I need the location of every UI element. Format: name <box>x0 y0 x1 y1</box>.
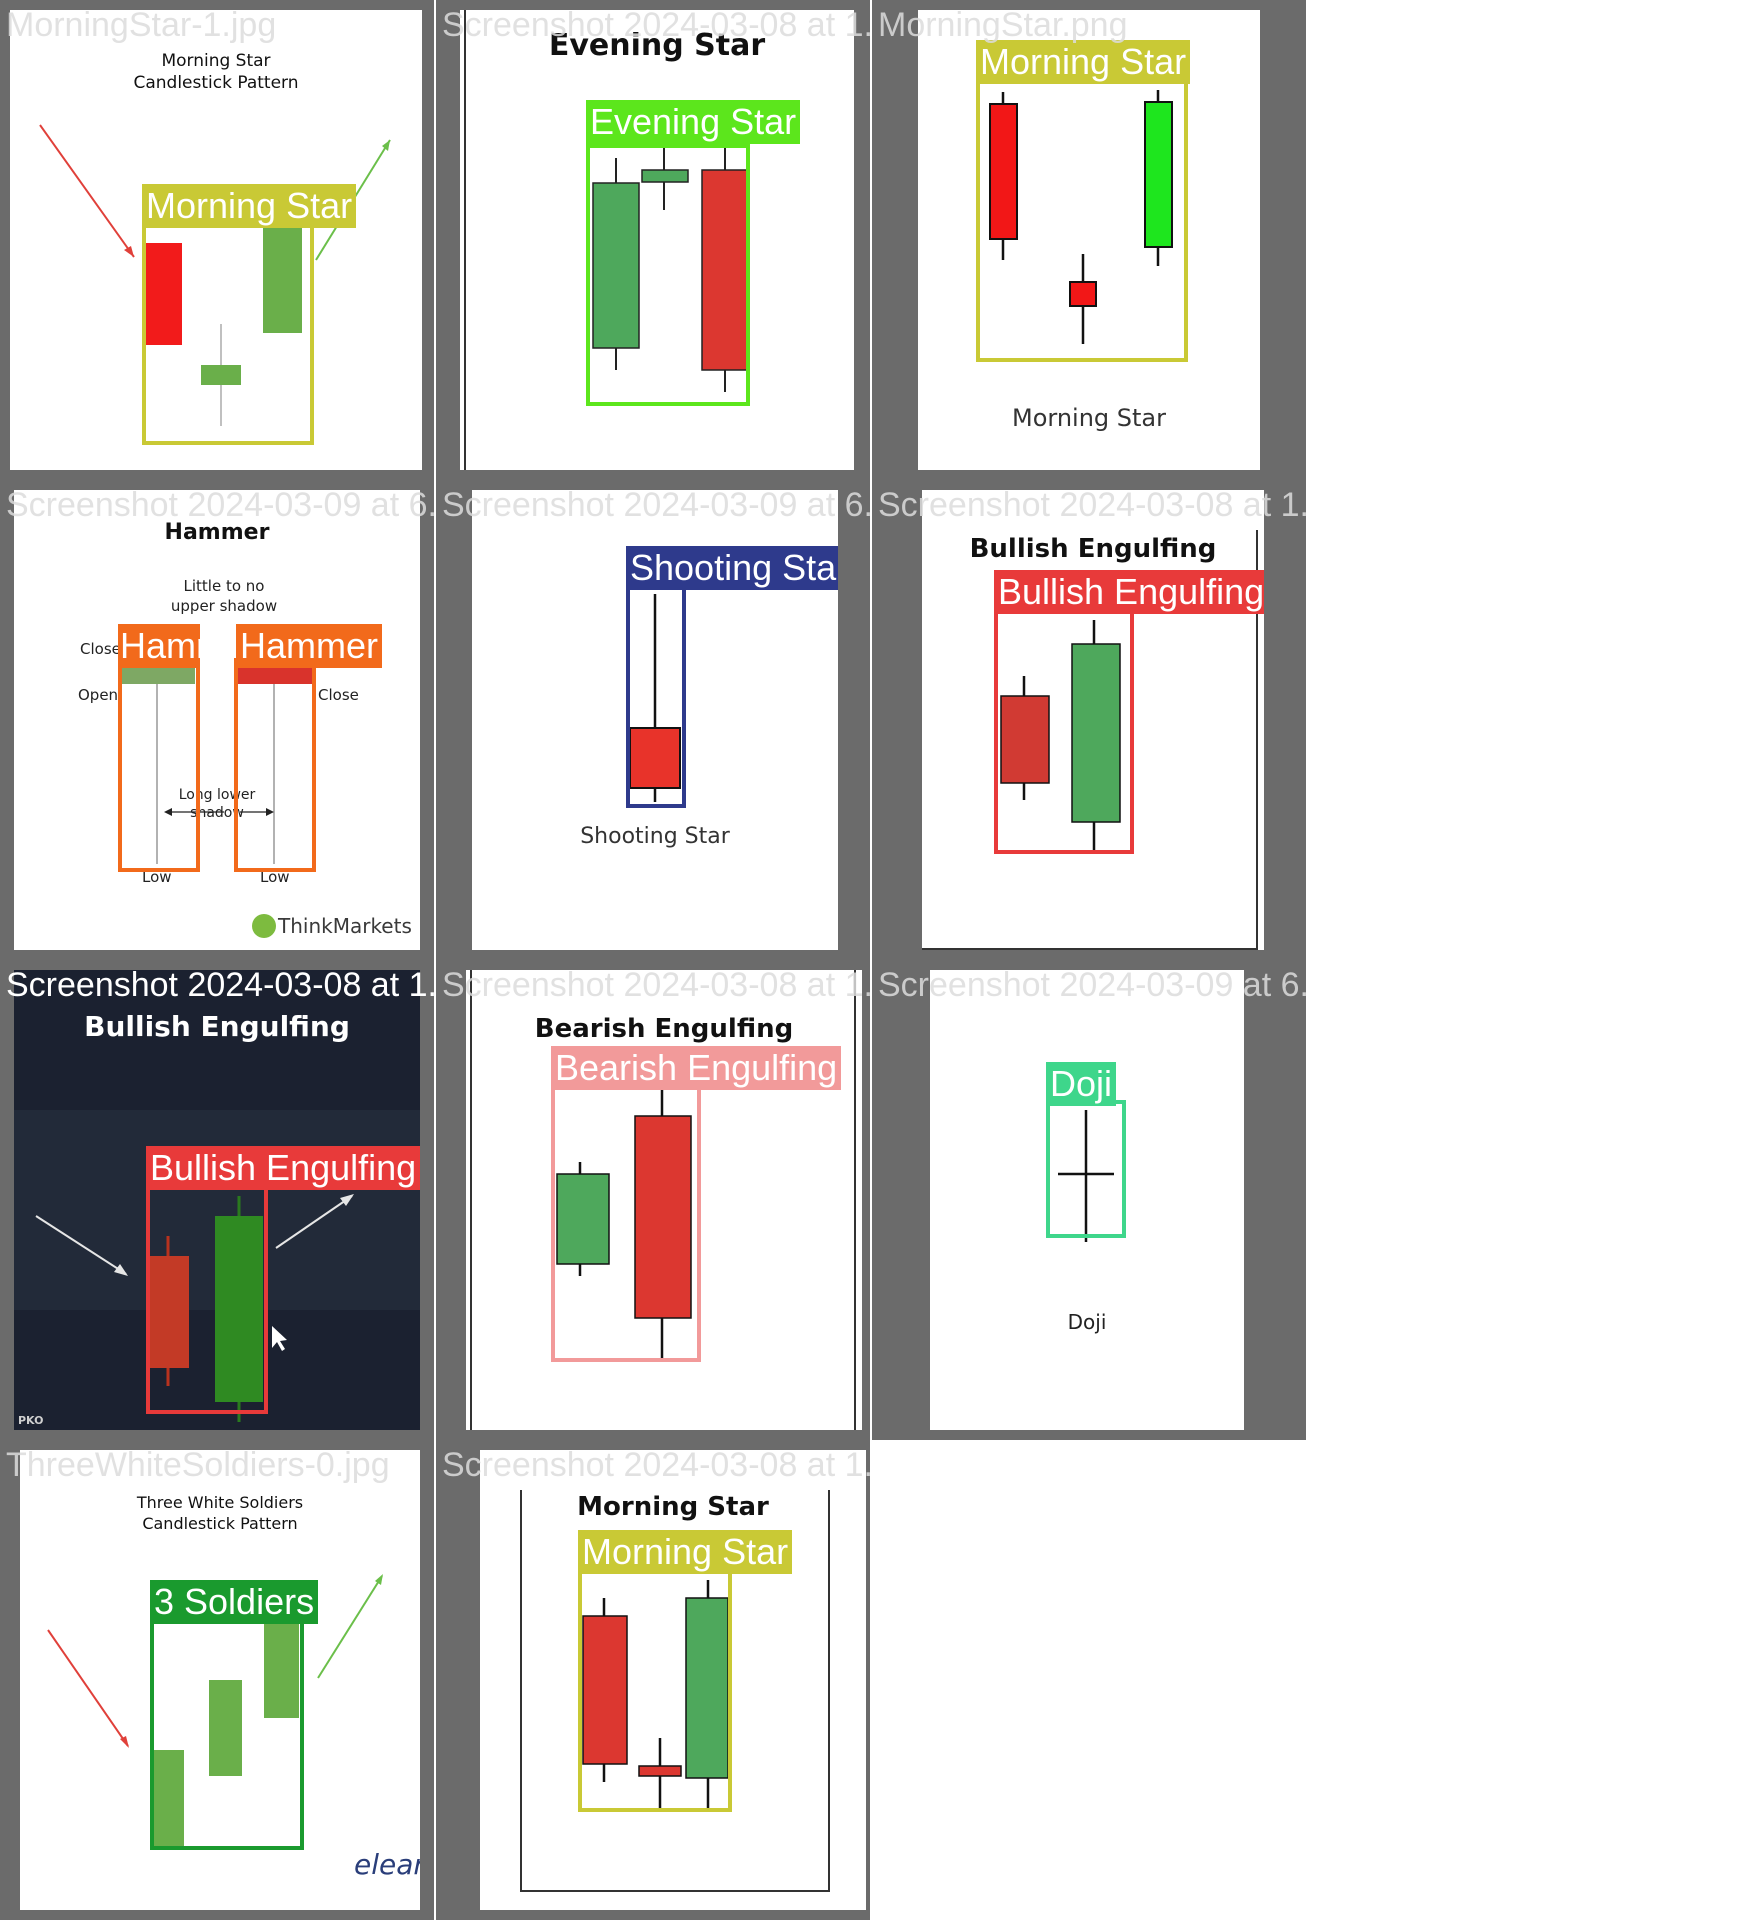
brand-logo: elearn <box>354 1848 420 1881</box>
image-tile-three-white-soldiers[interactable]: Three White Soldiers Candlestick Pattern… <box>0 1440 434 1920</box>
detection-box <box>146 1184 268 1414</box>
image-panel: Doji Doji <box>930 970 1244 1430</box>
file-name: Screenshot 2024-03-09 at 6.06.02 PM.png <box>442 486 870 524</box>
image-tile-doji[interactable]: Doji Doji Screenshot 2024-03-09 at 6.06.… <box>872 960 1306 1440</box>
detection-label: Evening Star <box>586 100 801 144</box>
file-name: ThreeWhiteSoldiers-0.jpg <box>6 1446 390 1484</box>
brand-logo: ThinkMarkets <box>278 914 412 938</box>
detection-label: Shooting Star <box>626 546 838 590</box>
image-panel: Three White Soldiers Candlestick Pattern… <box>20 1450 420 1910</box>
detection-label: Morning Star <box>578 1530 793 1574</box>
image-tile-morningstar-1[interactable]: Morning Star Candlestick Pattern Morning… <box>0 0 434 480</box>
detection-label: Bearish Engulfing <box>551 1046 842 1090</box>
detection-label: 3 Soldiers <box>150 1580 319 1624</box>
image-panel: Bullish Engulfing Bullish Engulfing <box>922 490 1264 950</box>
detection-label: Hammer <box>118 624 200 668</box>
detection-label: Bullish Engulfing <box>994 570 1264 614</box>
detection-box <box>626 576 686 808</box>
file-name: Screenshot 2024-03-08 at 1.55.40 PM.png <box>442 966 870 1004</box>
file-name: MorningStar-1.jpg <box>6 6 277 44</box>
detection-box <box>586 144 750 406</box>
file-name: Screenshot 2024-03-08 at 1.55.22 PM.png <box>442 1446 870 1484</box>
file-name: Screenshot 2024-03-08 at 1.55.18 PM.png <box>878 486 1306 524</box>
detection-box <box>976 80 1188 362</box>
detection-box <box>142 215 314 445</box>
image-panel: Morning Star Candlestick Pattern Morning… <box>10 10 422 470</box>
image-panel: Hammer Little to no upper shadow Close O… <box>14 490 420 950</box>
file-name: MorningStar.png <box>878 6 1128 44</box>
image-tile-evening-star[interactable]: Evening Star Evening Star Screenshot 202… <box>436 0 870 480</box>
image-tile-morningstar[interactable]: Morning Star Morning Star MorningStar.pn… <box>872 0 1306 480</box>
candlestick-figure <box>119 660 312 938</box>
detection-label: Bullish Engulfing <box>146 1146 420 1190</box>
image-tile-shooting-star[interactable]: Shooting Star Shooting Star Screenshot 2… <box>436 480 870 960</box>
image-tile-bullish-engulfing-dark[interactable]: Bullish Engulfing PKO Bullish Engulfing … <box>0 960 434 1440</box>
image-panel: Bearish Engulfing Bearish Engulfing <box>466 970 862 1430</box>
image-tile-bearish-engulfing[interactable]: Bearish Engulfing Bearish Engulfing Scre… <box>436 960 870 1440</box>
image-panel: Morning Star Morning Star <box>480 1450 866 1910</box>
file-name: Screenshot 2024-03-08 at 1.55.43 PM.png <box>442 6 870 44</box>
image-tile-bullish-engulfing[interactable]: Bullish Engulfing Bullish Engulfing Scre… <box>872 480 1306 960</box>
image-panel: Morning Star Morning Star <box>918 10 1260 470</box>
file-name: Screenshot 2024-03-09 at 6.08.13 PM.png <box>6 486 434 524</box>
detection-box <box>150 1618 304 1850</box>
detection-box <box>118 658 200 872</box>
file-name: Screenshot 2024-03-08 at 1.59.44 PM.png <box>6 966 434 1004</box>
image-tile-hammer[interactable]: Hammer Little to no upper shadow Close O… <box>0 480 434 960</box>
image-caption: Morning Star <box>1011 404 1166 432</box>
detection-label: Doji <box>1046 1062 1117 1106</box>
detection-box <box>578 1570 732 1812</box>
watermark: PKO <box>18 1414 44 1427</box>
image-panel: Evening Star Evening Star <box>460 10 854 470</box>
image-caption: Doji <box>1067 1310 1107 1334</box>
detection-box <box>551 1084 701 1362</box>
detection-label: Morning Star <box>142 184 357 228</box>
detection-box <box>994 608 1134 854</box>
image-panel: Bullish Engulfing PKO Bullish Engulfing <box>14 970 420 1430</box>
image-tile-morning-star-screenshot[interactable]: Morning Star Morning Star Screenshot 202… <box>436 1440 870 1920</box>
file-name: Screenshot 2024-03-09 at 6.06.10 PM.png <box>878 966 1306 1004</box>
detection-label: Hammer <box>236 624 383 668</box>
detection-box <box>1046 1100 1126 1238</box>
detection-box <box>234 658 316 872</box>
detection-label: Morning Star <box>976 40 1191 84</box>
image-caption: Shooting Star <box>580 824 730 849</box>
image-panel: Shooting Star Shooting Star <box>472 490 838 950</box>
